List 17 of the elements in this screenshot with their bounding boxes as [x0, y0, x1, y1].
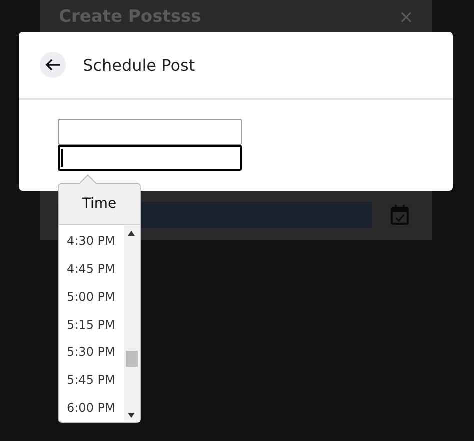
scroll-up-icon[interactable]: [128, 231, 135, 236]
back-button[interactable]: [40, 52, 66, 78]
scroll-thumb[interactable]: [126, 351, 138, 367]
time-option[interactable]: 5:30 PM: [59, 338, 124, 366]
time-header: Time: [82, 196, 117, 212]
time-option[interactable]: 4:45 PM: [59, 254, 124, 283]
input-field[interactable]: [58, 119, 242, 145]
time-option[interactable]: 5:00 PM: [59, 282, 124, 311]
time-option[interactable]: 6:00 PM: [59, 394, 124, 422]
input-field[interactable]: [58, 145, 242, 171]
dialog-title: Schedule Post: [83, 56, 196, 74]
time-option[interactable]: 5:45 PM: [59, 366, 124, 394]
scrollbar[interactable]: [124, 225, 140, 422]
scroll-down-icon[interactable]: [128, 413, 135, 418]
back-arrow-icon: [45, 59, 61, 71]
time-option[interactable]: 4:30 PM: [59, 227, 124, 255]
time-option[interactable]: 5:15 PM: [59, 310, 124, 338]
